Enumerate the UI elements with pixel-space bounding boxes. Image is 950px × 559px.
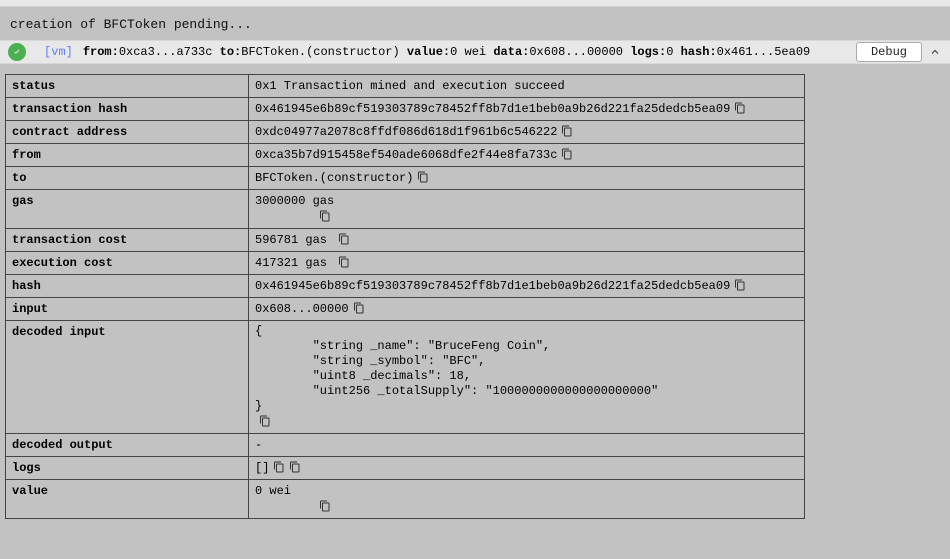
table-row: logs[] — [6, 457, 805, 480]
copy-icon[interactable] — [561, 125, 573, 137]
table-row: transaction cost596781 gas — [6, 229, 805, 252]
table-row: gas3000000 gas — [6, 190, 805, 229]
copy-icon[interactable] — [319, 210, 331, 222]
chevron-up-icon[interactable] — [928, 45, 942, 59]
copy-icon[interactable] — [734, 102, 746, 114]
copy-icon[interactable] — [259, 415, 271, 427]
vm-tag: [vm] — [44, 45, 73, 59]
summary-text: from:0xca3...a733c to:BFCToken.(construc… — [83, 45, 848, 59]
copy-icon[interactable] — [338, 256, 350, 268]
transaction-details-table: status0x1 Transaction mined and executio… — [5, 74, 805, 519]
copy-icon[interactable] — [289, 461, 301, 473]
table-row: status0x1 Transaction mined and executio… — [6, 75, 805, 98]
top-header-strip — [0, 0, 950, 7]
transaction-summary-bar[interactable]: [vm] from:0xca3...a733c to:BFCToken.(con… — [0, 40, 950, 64]
copy-icon[interactable] — [273, 461, 285, 473]
copy-icon[interactable] — [734, 279, 746, 291]
table-row: transaction hash0x461945e6b89cf519303789… — [6, 98, 805, 121]
pending-message: creation of BFCToken pending... — [0, 7, 950, 40]
copy-icon[interactable] — [417, 171, 429, 183]
table-row: decoded output - — [6, 434, 805, 457]
table-row: hash0x461945e6b89cf519303789c78452ff8b7d… — [6, 275, 805, 298]
copy-icon[interactable] — [353, 302, 365, 314]
copy-icon[interactable] — [338, 233, 350, 245]
table-row: contract address0xdc04977a2078c8ffdf086d… — [6, 121, 805, 144]
table-row: value0 wei — [6, 480, 805, 519]
table-row: decoded input{ "string _name": "BruceFen… — [6, 321, 805, 434]
table-row: input0x608...00000 — [6, 298, 805, 321]
success-check-icon — [8, 43, 26, 61]
table-row: toBFCToken.(constructor) — [6, 167, 805, 190]
copy-icon[interactable] — [561, 148, 573, 160]
copy-icon[interactable] — [319, 500, 331, 512]
table-row: execution cost417321 gas — [6, 252, 805, 275]
table-row: from0xca35b7d915458ef540ade6068dfe2f44e8… — [6, 144, 805, 167]
debug-button[interactable]: Debug — [856, 42, 922, 62]
